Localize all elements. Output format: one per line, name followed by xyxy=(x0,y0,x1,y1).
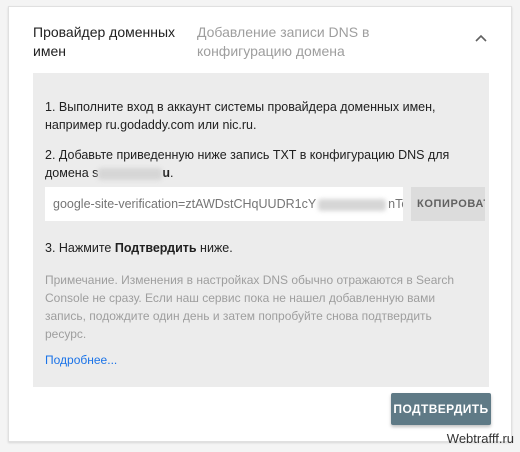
instructions-panel: 1. Выполните вход в аккаунт системы пров… xyxy=(33,73,489,387)
step-2-domain-suffix: u xyxy=(162,166,171,180)
copy-button[interactable]: КОПИРОВАТЬ xyxy=(411,187,485,221)
step-3-prefix: 3. Нажмите xyxy=(45,241,115,255)
step-3-suffix: ниже. xyxy=(196,241,233,255)
page: Провайдер доменных имен Добавление запис… xyxy=(0,0,520,452)
redacted-code xyxy=(318,198,387,211)
step-2-end: . xyxy=(170,166,174,180)
step-3-bold: Подтвердить xyxy=(114,241,197,255)
txt-record-field[interactable]: google-site-verification=ztAWDstCHqUUDR1… xyxy=(45,187,403,221)
txt-record-suffix: nTcUI xyxy=(388,197,403,211)
confirm-button[interactable]: ПОДТВЕРДИТЬ xyxy=(391,393,491,425)
chevron-up-icon[interactable] xyxy=(473,31,489,47)
txt-record-row: google-site-verification=ztAWDstCHqUUDR1… xyxy=(45,187,485,221)
step-3-text: 3. Нажмите Подтвердить ниже. xyxy=(45,239,465,257)
dns-verification-card: Провайдер доменных имен Добавление запис… xyxy=(8,6,512,442)
step-1-text: 1. Выполните вход в аккаунт системы пров… xyxy=(45,100,436,132)
step-2-text: 2. Добавьте приведенную ниже запись TXT … xyxy=(45,146,465,182)
method-header[interactable]: Провайдер доменных имен Добавление запис… xyxy=(9,7,511,71)
txt-record-prefix: google-site-verification=ztAWDstCHqUUDR1… xyxy=(53,197,317,211)
dns-note: Примечание. Изменения в настройках DNS о… xyxy=(45,273,455,341)
method-title: Провайдер доменных имен xyxy=(33,24,176,59)
learn-more-link[interactable]: Подробнее... xyxy=(45,353,117,367)
watermark: Webtrafff.ru xyxy=(446,431,514,446)
method-description: Добавление записи DNS в конфигурацию дом… xyxy=(197,24,370,59)
redacted-domain xyxy=(98,167,163,180)
